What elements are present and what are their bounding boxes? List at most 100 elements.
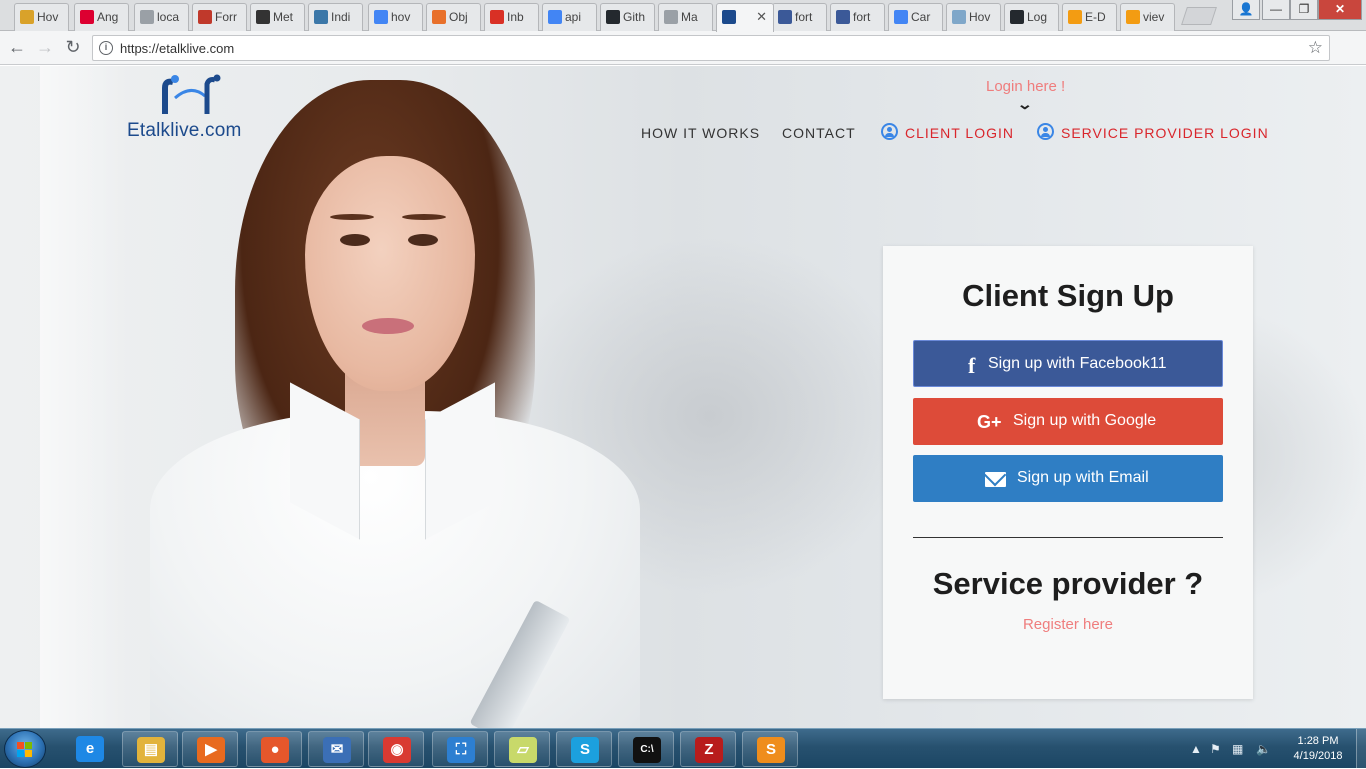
profile-icon[interactable]: 👤 [1232,0,1260,20]
thunderbird-icon: ✉ [323,737,351,763]
browser-tab-strip: viev E-D Log Hov Car fort fort ✕ Ma Gith api Inb Obj… [0,0,1366,32]
browser-tab[interactable]: Ma [658,3,713,31]
google-signup-button[interactable]: G+ Sign up with Google [913,398,1223,445]
tab-title: loca [157,10,180,24]
media-player-icon: ▶ [197,737,225,763]
tab-title: Hov [969,10,991,24]
google-icon [894,10,908,24]
volume-icon[interactable]: 🔈 [1256,742,1271,756]
tray-expand-icon[interactable]: ▲ [1190,742,1202,756]
action-center-icon[interactable]: ⚑ [1210,742,1221,756]
maximize-button[interactable]: ❐ [1290,0,1318,20]
tab-title: api [565,10,582,24]
browser-tab[interactable]: Obj [426,3,481,31]
browser-tab[interactable]: Log [1004,3,1059,31]
show-desktop-button[interactable] [1356,729,1366,769]
browser-tab[interactable]: Gith [600,3,655,31]
browser-toolbar: ← → ↻ i https://etalklive.com ☆ ··· [0,31,1366,93]
browser-tab[interactable]: Ang [74,3,129,31]
tab-title: Inb [507,10,524,24]
red-chevron-icon [198,10,212,24]
github-icon [606,10,620,24]
forward-arrow-icon[interactable]: → [34,37,56,58]
orange-grid-icon [432,10,446,24]
taskbar-app-button[interactable]: ▶ [182,731,238,767]
browser-tab[interactable]: hov [368,3,423,31]
browser-tab[interactable]: Hov [946,3,1001,31]
tab-title: Met [273,10,294,24]
window-close-button[interactable]: ✕ [1318,0,1362,20]
taskbar-app-button[interactable]: Z [680,731,736,767]
google-icon [374,10,388,24]
facebook-icon [778,10,792,24]
browser-tab[interactable]: loca [134,3,189,31]
browser-tab[interactable]: fort [830,3,885,31]
facebook-icon [836,10,850,24]
network-icon[interactable]: ▦ [1232,742,1243,756]
taskbar-app-button[interactable]: e [62,731,118,767]
site-logo[interactable]: Etalklive.com [127,74,267,144]
tab-title: Indi [331,10,351,24]
tab-title: Ma [681,10,698,24]
reload-icon[interactable]: ↻ [62,37,84,58]
nav-client-login[interactable]: CLIENT LOGIN [905,125,1014,141]
register-link[interactable]: Register here [883,616,1253,633]
gold-lock-icon [20,10,34,24]
browser-tab[interactable]: Met [250,3,305,31]
email-signup-button[interactable]: Sign up with Email [913,455,1223,502]
start-button[interactable] [4,730,46,768]
tab-close-icon[interactable]: ✕ [756,9,767,25]
bookmark-star-icon[interactable]: ☆ [1308,38,1323,58]
facebook-signup-button[interactable]: f Sign up with Facebook11 [913,340,1223,387]
tab-title: Log [1027,10,1048,24]
browser-tab[interactable]: E-D [1062,3,1117,31]
logo-text: Etalklive.com [127,120,242,141]
taskbar-app-button[interactable]: ▱ [494,731,550,767]
user-icon [881,123,898,140]
nav-service-provider-login[interactable]: SERVICE PROVIDER LOGIN [1061,125,1269,141]
tab-title: Car [911,10,931,24]
browser-tab[interactable]: Car [888,3,943,31]
brow-left [330,214,374,220]
tab-title: Hov [37,10,59,24]
internet-explorer-icon: e [76,736,104,762]
firefox-icon: ● [261,737,289,763]
sublime-text-icon: S [757,737,785,763]
minimize-button[interactable]: — [1262,0,1290,20]
email-signup-label: Sign up with Email [1017,469,1149,486]
eye-right [408,234,438,246]
browser-tab[interactable]: viev [1120,3,1175,31]
url-text[interactable]: https://etalklive.com [120,41,234,56]
nav-contact[interactable]: CONTACT [782,125,856,141]
google-plus-icon: G+ [977,412,1002,432]
browser-tab-active[interactable]: ✕ [716,3,774,32]
address-bar[interactable]: i https://etalklive.com ☆ [92,35,1330,61]
facebook-icon: f [968,353,976,378]
taskbar-app-button[interactable]: ▤ [122,731,178,767]
taskbar-app-button[interactable]: ✉ [308,731,364,767]
login-hint: Login here ! [986,78,1066,95]
filezilla-icon: Z [695,737,723,763]
site-info-icon[interactable]: i [99,41,113,55]
browser-tab[interactable]: Forr [192,3,247,31]
browser-tab[interactable]: Indi [308,3,363,31]
google-icon [548,10,562,24]
browser-tab[interactable]: Hov [14,3,69,31]
browser-tab[interactable]: Inb [484,3,539,31]
browser-tab[interactable]: fort [772,3,827,31]
browser-tab[interactable]: api [542,3,597,31]
taskbar-app-button[interactable]: ● [246,731,302,767]
taskbar-app-button[interactable]: ⛶ [432,731,488,767]
taskbar-app-button[interactable]: C:\ [618,731,674,767]
signup-card: Client Sign Up f Sign up with Facebook11… [883,246,1253,699]
lips [362,318,414,334]
tab-title: Forr [215,10,237,24]
back-arrow-icon[interactable]: ← [6,37,28,58]
nav-how-it-works[interactable]: HOW IT WORKS [641,125,760,141]
taskbar-app-button[interactable]: S [556,731,612,767]
system-clock[interactable]: 1:28 PM 4/19/2018 [1288,734,1348,764]
taskbar-app-button[interactable]: ◉ [368,731,424,767]
tab-title: viev [1143,10,1165,24]
taskbar-app-button[interactable]: S [742,731,798,767]
new-tab-button[interactable] [1181,7,1217,25]
